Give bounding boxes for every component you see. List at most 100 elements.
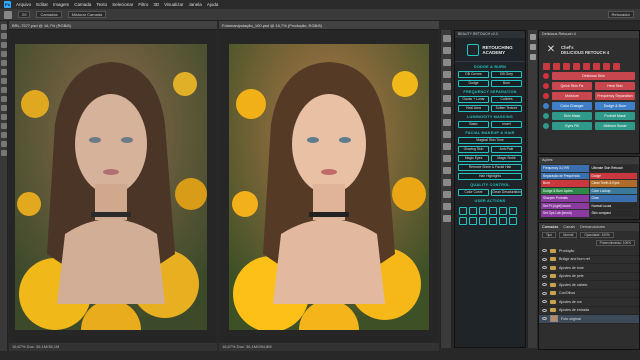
zoom-tool-icon[interactable]: [1, 150, 7, 156]
layer-row[interactable]: Bridge and burn ref: [539, 256, 639, 264]
opacity-field[interactable]: Opacidade: 100%: [580, 232, 614, 238]
quick-action-4-icon[interactable]: [573, 63, 580, 70]
workspace-select[interactable]: Retocador: [607, 11, 634, 18]
layer-row[interactable]: Ajustes de tone: [539, 264, 639, 273]
action-item[interactable]: Glow: [589, 195, 637, 202]
soften-texture-button[interactable]: Soften Texture: [491, 105, 522, 112]
action-item[interactable]: Dodge & Burn Ações: [541, 187, 589, 194]
action-item[interactable]: Separação de Frequência: [541, 172, 589, 179]
brush-tool-icon[interactable]: [4, 10, 12, 19]
layer-kind-filter[interactable]: Tipo: [542, 232, 557, 238]
quick-action-3-icon[interactable]: [563, 63, 570, 70]
action-item[interactable]: Set Ops Lab (brush): [541, 210, 589, 217]
clone-tool-icon[interactable]: [1, 87, 7, 93]
channels-icon[interactable]: [443, 191, 451, 198]
magic-eyes-button[interactable]: Magic Eyes: [458, 155, 489, 162]
menu-help[interactable]: Ajuda: [207, 2, 219, 7]
quick-action-2-icon[interactable]: [553, 63, 560, 70]
dodge-tool-icon[interactable]: [1, 114, 7, 120]
swatches-icon[interactable]: [443, 155, 451, 162]
eye-icon[interactable]: [542, 291, 547, 295]
quick-action-6-icon[interactable]: [593, 63, 600, 70]
blend-mode-select[interactable]: Normal: [559, 232, 578, 238]
tab-channels[interactable]: Canais: [563, 223, 575, 231]
action-item[interactable]: Skin compact: [589, 210, 637, 217]
layer-row[interactable]: Produção: [539, 247, 639, 256]
action-item[interactable]: Color Lookup: [589, 187, 637, 194]
layer-row[interactable]: Foto original: [539, 315, 639, 324]
hand-tool-icon[interactable]: [1, 141, 7, 147]
action-item[interactable]: Frequency 3.0 RR: [541, 165, 589, 172]
brush-tool-icon[interactable]: [1, 78, 7, 84]
action-item[interactable]: Ultimate Skin Retouch: [589, 165, 637, 172]
db-grey-button[interactable]: DB Grey: [491, 71, 522, 78]
timeline-icon[interactable]: [443, 215, 451, 222]
brush-size-field[interactable]: 20: [18, 11, 31, 18]
cuticles-button[interactable]: Cuticles: [491, 96, 522, 103]
action-item[interactable]: Clean Teeth & Eyes: [589, 180, 637, 187]
magical-skin-tone-button[interactable]: Magical Skin Tone: [458, 137, 522, 144]
tab-layers[interactable]: Camadas: [542, 223, 558, 231]
eye-icon[interactable]: [542, 249, 547, 253]
user-action-4-icon[interactable]: [489, 207, 497, 215]
color-curve-button[interactable]: Color Curve: [458, 189, 489, 196]
text-tool-icon[interactable]: [1, 132, 7, 138]
panel-expand-icon[interactable]: [530, 34, 536, 40]
magic-smile-button[interactable]: Magic Smile: [491, 155, 522, 162]
document-tab-before[interactable]: BRL-7577.psd @ 16,7% (RGB/8): [9, 21, 217, 30]
action-item[interactable]: Sharpen Portraits: [541, 195, 589, 202]
layer-row[interactable]: Ajustes de cabelo: [539, 281, 639, 290]
user-action-2-icon[interactable]: [469, 207, 477, 215]
quick-skin-fix-button[interactable]: Quick Skin Fix: [552, 82, 592, 90]
frequency-separation-button[interactable]: Frequency Separation: [595, 92, 635, 100]
panel-library-icon[interactable]: [530, 54, 536, 60]
styles-icon[interactable]: [443, 167, 451, 174]
navigator-icon[interactable]: [443, 131, 451, 138]
menu-file[interactable]: Arquivo: [16, 2, 31, 7]
lum-basic-button[interactable]: Basic: [458, 121, 489, 128]
move-tool-icon[interactable]: [1, 24, 7, 30]
portrait-mask-button[interactable]: Portrait Mask: [595, 112, 635, 120]
action-item[interactable]: Dodge: [589, 172, 637, 179]
midtone-boost-button[interactable]: Midtone Boost: [595, 122, 635, 130]
layer-row[interactable]: Ajustes de cor: [539, 298, 639, 307]
hair-highlights-button[interactable]: Hair Highlights: [458, 173, 522, 180]
action-item[interactable]: Burn: [541, 180, 589, 187]
layer-row[interactable]: Ajustes de entrada: [539, 307, 639, 315]
user-action-10-icon[interactable]: [489, 217, 497, 225]
eye-icon[interactable]: [542, 283, 547, 287]
canvas-after[interactable]: [219, 30, 439, 343]
user-action-5-icon[interactable]: [499, 207, 507, 215]
character-icon[interactable]: [443, 107, 451, 114]
tab-paths[interactable]: Demarcadores: [580, 223, 605, 231]
libraries-icon[interactable]: [443, 203, 451, 210]
delicious-skin-button[interactable]: Delicious Skin: [552, 72, 635, 80]
document-tab-after[interactable]: Fotomanipulação_100.psd @ 16,7% (Produçã…: [219, 21, 439, 30]
eyes-fill-button[interactable]: Eyes Fill: [552, 122, 592, 130]
quick-action-5-icon[interactable]: [583, 63, 590, 70]
healing-tool-icon[interactable]: [1, 69, 7, 75]
clone-source-icon[interactable]: [443, 59, 451, 66]
burn-button[interactable]: Burn: [491, 80, 522, 87]
menu-select[interactable]: Selecionar: [112, 2, 133, 7]
dodge-burn-button[interactable]: Dodge & Burn: [595, 102, 635, 110]
lasso-tool-icon[interactable]: [1, 42, 7, 48]
eye-icon[interactable]: [542, 300, 547, 304]
menu-3d[interactable]: 3D: [153, 2, 159, 7]
moisture-button[interactable]: Moisture: [552, 92, 592, 100]
history-icon[interactable]: [443, 35, 451, 42]
eye-icon[interactable]: [542, 266, 547, 270]
eye-icon[interactable]: [542, 274, 547, 278]
db-curves-button[interactable]: DB Curves: [458, 71, 489, 78]
user-action-9-icon[interactable]: [479, 217, 487, 225]
user-action-11-icon[interactable]: [499, 217, 507, 225]
paragraph-icon[interactable]: [443, 119, 451, 126]
panel-adjust-icon[interactable]: [530, 44, 536, 50]
user-action-8-icon[interactable]: [469, 217, 477, 225]
user-action-1-icon[interactable]: [459, 207, 467, 215]
action-item[interactable]: Set Pt (Light) brush: [541, 202, 589, 209]
menu-type[interactable]: Texto: [96, 2, 107, 7]
menu-window[interactable]: Janela: [189, 2, 202, 7]
menu-view[interactable]: Visualizar: [164, 2, 183, 7]
glowing-skin-button[interactable]: Glowing Skin: [458, 146, 489, 153]
